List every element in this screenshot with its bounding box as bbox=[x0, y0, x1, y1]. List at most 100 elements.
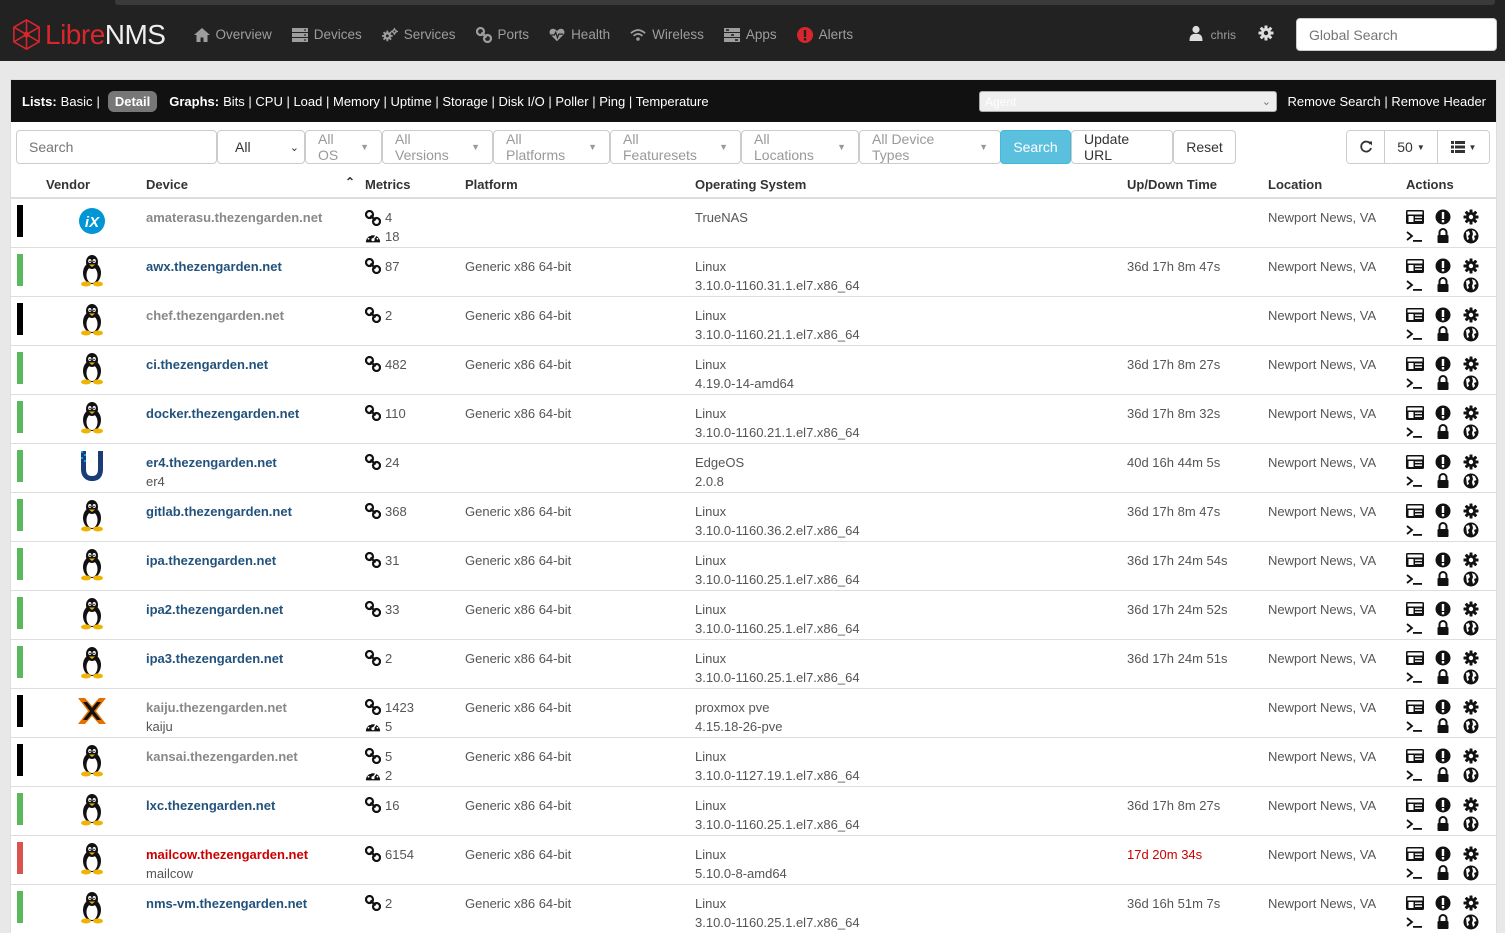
terminal-icon[interactable] bbox=[1406, 276, 1424, 294]
device-column-header[interactable]: Device ⌃ bbox=[146, 172, 365, 199]
device-card-icon[interactable] bbox=[1406, 551, 1424, 569]
edit-gear-icon[interactable] bbox=[1462, 747, 1480, 765]
table-row[interactable]: awx.thezengarden.net 87 Generic x86 64-bit… bbox=[11, 246, 1496, 296]
terminal-icon[interactable] bbox=[1406, 913, 1424, 931]
port-count-link[interactable]: 33 bbox=[365, 600, 465, 619]
globe-icon[interactable] bbox=[1462, 864, 1480, 882]
device-hostname-link[interactable]: lxc.thezengarden.net bbox=[146, 796, 365, 815]
nav-services[interactable]: Services bbox=[372, 8, 466, 61]
device-card-icon[interactable] bbox=[1406, 698, 1424, 716]
lock-icon[interactable] bbox=[1434, 570, 1452, 588]
list-basic-link[interactable]: Basic bbox=[61, 94, 93, 109]
columns-button[interactable]: ▼ bbox=[1438, 131, 1489, 163]
state-select[interactable]: All ⌄ bbox=[217, 130, 305, 164]
update-url-button[interactable]: Update URL bbox=[1071, 130, 1173, 164]
edit-gear-icon[interactable] bbox=[1462, 257, 1480, 275]
device-hostname-link[interactable]: docker.thezengarden.net bbox=[146, 404, 365, 423]
terminal-icon[interactable] bbox=[1406, 619, 1424, 637]
nav-health[interactable]: Health bbox=[539, 8, 620, 61]
port-count-link[interactable]: 87 bbox=[365, 257, 465, 276]
device-card-icon[interactable] bbox=[1406, 845, 1424, 863]
lock-icon[interactable] bbox=[1434, 668, 1452, 686]
edit-gear-icon[interactable] bbox=[1462, 796, 1480, 814]
lock-icon[interactable] bbox=[1434, 766, 1452, 784]
version-filter[interactable]: All Versions ▼ bbox=[382, 130, 493, 164]
platform-column-header[interactable]: Platform bbox=[465, 172, 695, 199]
terminal-icon[interactable] bbox=[1406, 864, 1424, 882]
terminal-icon[interactable] bbox=[1406, 472, 1424, 490]
device-hostname-link[interactable]: gitlab.thezengarden.net bbox=[146, 502, 365, 521]
device-hostname-link[interactable]: ci.thezengarden.net bbox=[146, 355, 365, 374]
device-hostname-link[interactable]: kaiju.thezengarden.net bbox=[146, 698, 365, 717]
device-card-icon[interactable] bbox=[1406, 894, 1424, 912]
device-card-icon[interactable] bbox=[1406, 453, 1424, 471]
device-hostname-link[interactable]: awx.thezengarden.net bbox=[146, 257, 365, 276]
terminal-icon[interactable] bbox=[1406, 570, 1424, 588]
table-row[interactable]: er4.thezengarden.net er4 24 EdgeOS 2.0.8 40d … bbox=[11, 442, 1496, 492]
agent-select[interactable]: Agent ⌄ bbox=[979, 91, 1277, 112]
terminal-icon[interactable] bbox=[1406, 668, 1424, 686]
alert-exclamation-icon[interactable] bbox=[1434, 306, 1452, 324]
nav-alerts[interactable]: Alerts bbox=[787, 8, 864, 61]
graph-link-diskio[interactable]: Disk I/O bbox=[499, 94, 545, 109]
search-input[interactable] bbox=[16, 130, 217, 164]
edit-gear-icon[interactable] bbox=[1462, 355, 1480, 373]
device-card-icon[interactable] bbox=[1406, 306, 1424, 324]
nav-ports[interactable]: Ports bbox=[466, 8, 540, 61]
port-count-link[interactable]: 2 bbox=[365, 894, 465, 913]
device-card-icon[interactable] bbox=[1406, 355, 1424, 373]
global-search-input[interactable] bbox=[1296, 18, 1497, 51]
graph-link-temperature[interactable]: Temperature bbox=[636, 94, 709, 109]
nav-apps[interactable]: Apps bbox=[714, 8, 787, 61]
nav-overview[interactable]: Overview bbox=[184, 8, 282, 61]
device-hostname-link[interactable]: ipa3.thezengarden.net bbox=[146, 649, 365, 668]
lock-icon[interactable] bbox=[1434, 913, 1452, 931]
table-row[interactable]: nms-vm.thezengarden.net 2 Generic x86 64-b… bbox=[11, 883, 1496, 933]
device-card-icon[interactable] bbox=[1406, 600, 1424, 618]
graph-link-poller[interactable]: Poller bbox=[555, 94, 588, 109]
globe-icon[interactable] bbox=[1462, 717, 1480, 735]
table-row[interactable]: mailcow.thezengarden.net mailcow 6154 Gener… bbox=[11, 834, 1496, 884]
table-row[interactable]: kansai.thezengarden.net 5 2 Generic x86 64-… bbox=[11, 736, 1496, 786]
globe-icon[interactable] bbox=[1462, 913, 1480, 931]
globe-icon[interactable] bbox=[1462, 619, 1480, 637]
device-card-icon[interactable] bbox=[1406, 796, 1424, 814]
os-filter[interactable]: All OS ▼ bbox=[305, 130, 382, 164]
port-count-link[interactable]: 2 bbox=[365, 649, 465, 668]
table-row[interactable]: iX amaterasu.thezengarden.net 4 18 TrueNAS Ne… bbox=[11, 197, 1496, 247]
edit-gear-icon[interactable] bbox=[1462, 698, 1480, 716]
brand-logo[interactable]: LibreNMS bbox=[10, 8, 166, 61]
edit-gear-icon[interactable] bbox=[1462, 502, 1480, 520]
device-hostname-link[interactable]: kansai.thezengarden.net bbox=[146, 747, 365, 766]
device-card-icon[interactable] bbox=[1406, 649, 1424, 667]
edit-gear-icon[interactable] bbox=[1462, 404, 1480, 422]
os-column-header[interactable]: Operating System bbox=[695, 172, 1127, 199]
globe-icon[interactable] bbox=[1462, 521, 1480, 539]
device-type-filter[interactable]: All Device Types ▼ bbox=[859, 130, 1001, 164]
port-count-link[interactable]: 6154 bbox=[365, 845, 465, 864]
alert-exclamation-icon[interactable] bbox=[1434, 404, 1452, 422]
remove-search-link[interactable]: Remove Search bbox=[1287, 94, 1380, 109]
alert-exclamation-icon[interactable] bbox=[1434, 649, 1452, 667]
edit-gear-icon[interactable] bbox=[1462, 845, 1480, 863]
uptime-column-header[interactable]: Up/Down Time bbox=[1127, 172, 1268, 199]
lock-icon[interactable] bbox=[1434, 325, 1452, 343]
device-card-icon[interactable] bbox=[1406, 747, 1424, 765]
graph-link-load[interactable]: Load bbox=[293, 94, 322, 109]
location-column-header[interactable]: Location bbox=[1268, 172, 1406, 199]
table-row[interactable]: ipa.thezengarden.net 31 Generic x86 64-bit… bbox=[11, 540, 1496, 590]
graph-link-uptime[interactable]: Uptime bbox=[391, 94, 432, 109]
lock-icon[interactable] bbox=[1434, 717, 1452, 735]
port-count-link[interactable]: 1423 bbox=[365, 698, 465, 717]
device-card-icon[interactable] bbox=[1406, 404, 1424, 422]
lock-icon[interactable] bbox=[1434, 276, 1452, 294]
globe-icon[interactable] bbox=[1462, 227, 1480, 245]
lock-icon[interactable] bbox=[1434, 472, 1452, 490]
table-row[interactable]: ipa2.thezengarden.net 33 Generic x86 64-bi… bbox=[11, 589, 1496, 639]
device-card-icon[interactable] bbox=[1406, 208, 1424, 226]
port-count-link[interactable]: 110 bbox=[365, 404, 465, 423]
device-hostname-link[interactable]: nms-vm.thezengarden.net bbox=[146, 894, 365, 913]
graph-link-bits[interactable]: Bits bbox=[223, 94, 245, 109]
device-card-icon[interactable] bbox=[1406, 257, 1424, 275]
alert-exclamation-icon[interactable] bbox=[1434, 551, 1452, 569]
